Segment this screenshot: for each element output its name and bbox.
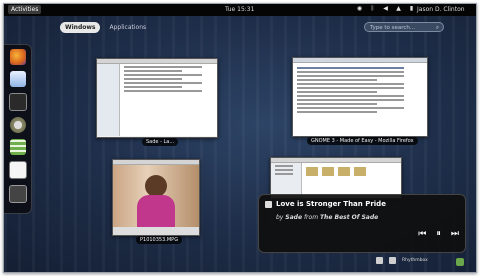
battery-icon[interactable]: ▮	[408, 5, 415, 12]
system-tray: ◉ ᛒ ◀ ▲ ▮	[356, 5, 415, 12]
music-icon	[265, 201, 272, 208]
video-frame	[113, 165, 199, 227]
person-body	[137, 195, 175, 227]
firefox-icon[interactable]	[9, 49, 26, 65]
document-icon[interactable]	[8, 161, 27, 179]
previous-icon[interactable]: ⏮	[418, 229, 426, 239]
window-list	[120, 64, 217, 136]
volume-icon[interactable]: ◀	[382, 5, 389, 12]
bluetooth-icon[interactable]: ᛒ	[369, 5, 376, 12]
window-thumbnail-music[interactable]	[96, 58, 218, 138]
window-content	[97, 64, 217, 136]
settings-icon[interactable]	[8, 185, 27, 203]
tray-item-icon[interactable]	[389, 257, 396, 264]
window-content	[293, 63, 427, 136]
tray-item-label[interactable]: Rhythmbox	[402, 258, 428, 263]
music-notification[interactable]: Love is Stronger Than Pride by Sade from…	[258, 194, 466, 253]
activities-button[interactable]: Activities	[8, 5, 42, 14]
song-details: by Sade from The Best Of Sade	[276, 214, 378, 221]
search-placeholder: Type to search...	[370, 25, 416, 31]
desktop-screen: Activities Tue 15:31 ◉ ᛒ ◀ ▲ ▮ Jason D. …	[3, 3, 477, 273]
artist-name: Sade	[285, 214, 303, 221]
chat-icon[interactable]	[9, 117, 26, 133]
from-label: from	[303, 214, 319, 221]
album-name: The Best Of Sade	[319, 214, 379, 221]
user-menu[interactable]: Jason D. Clinton	[417, 6, 465, 13]
window-thumbnail-files[interactable]	[270, 157, 402, 199]
playback-controls: ⏮ ⏸ ⏭	[418, 229, 459, 239]
dash	[4, 44, 32, 214]
tray-item-icon[interactable]	[376, 257, 383, 264]
view-selector: Windows Applications	[60, 22, 151, 33]
window-thumbnail-video[interactable]	[112, 159, 200, 236]
window-caption: GNOME 3 - Made of Easy - Mozilla Firefox	[307, 137, 418, 145]
window-sidebar	[271, 163, 302, 198]
song-title: Love is Stronger Than Pride	[276, 200, 386, 208]
user-status-icon[interactable]	[456, 258, 464, 266]
tab-applications[interactable]: Applications	[104, 22, 151, 33]
accessibility-icon[interactable]: ◉	[356, 5, 363, 12]
top-bar: Activities Tue 15:31 ◉ ᛒ ◀ ▲ ▮ Jason D. …	[4, 4, 476, 16]
message-tray: Rhythmbox	[376, 257, 428, 264]
window-thumbnail-firefox[interactable]	[292, 57, 428, 137]
window-caption: Sade - La...	[142, 138, 179, 146]
spreadsheet-icon[interactable]	[9, 139, 26, 155]
next-icon[interactable]: ⏭	[451, 229, 459, 239]
video-controls	[113, 227, 199, 235]
window-caption: P1010353.MPG	[136, 236, 183, 244]
terminal-icon[interactable]	[8, 93, 27, 111]
clock[interactable]: Tue 15:31	[225, 6, 254, 13]
pause-icon[interactable]: ⏸	[436, 229, 441, 239]
person-head	[145, 175, 167, 197]
window-content	[271, 163, 401, 198]
search-icon: ⌕	[435, 25, 439, 31]
by-label: by	[276, 214, 284, 221]
search-input[interactable]: Type to search... ⌕	[364, 22, 444, 32]
window-icons	[302, 163, 401, 198]
mail-icon[interactable]	[9, 71, 26, 87]
window-sidebar	[97, 64, 120, 136]
tab-windows[interactable]: Windows	[60, 22, 101, 33]
network-icon[interactable]: ▲	[395, 5, 402, 12]
